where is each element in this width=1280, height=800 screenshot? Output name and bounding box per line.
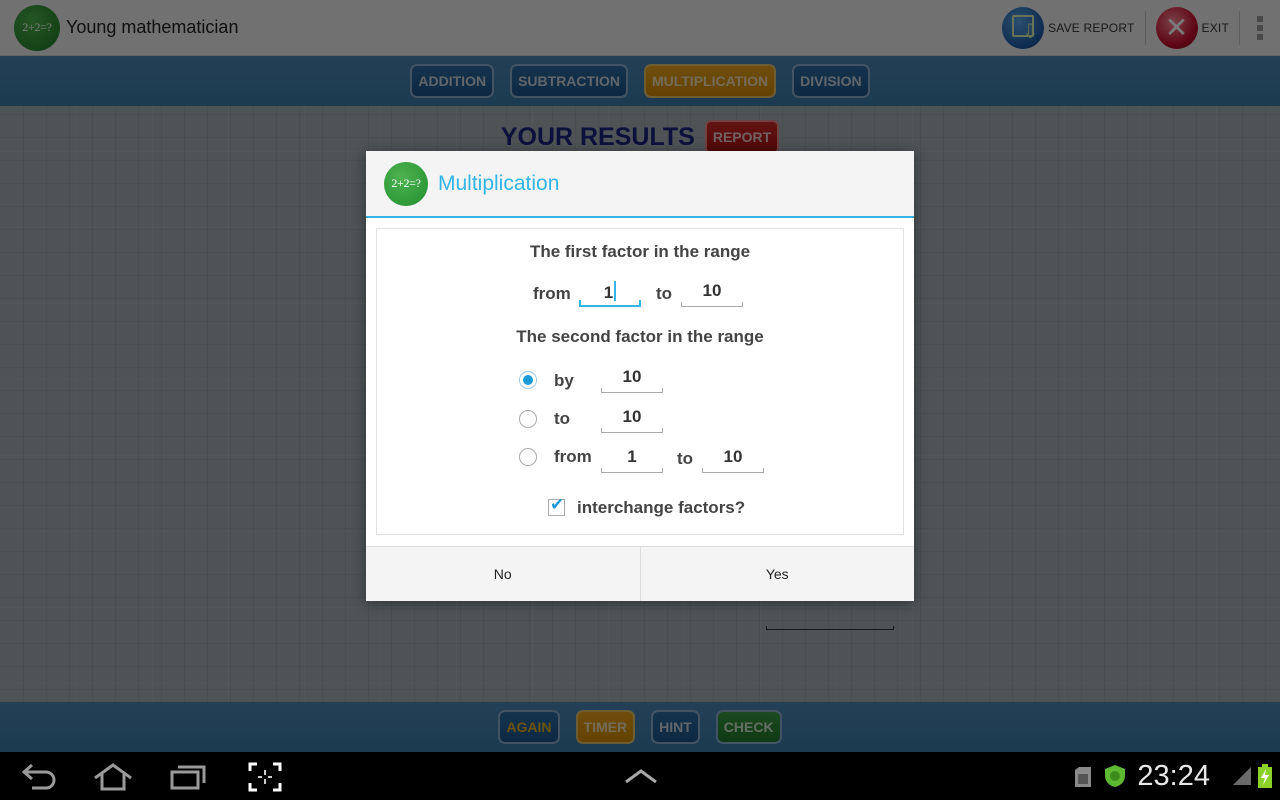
radio-to[interactable] <box>519 410 537 428</box>
recent-apps-icon[interactable] <box>170 762 206 792</box>
radio-by[interactable] <box>519 371 537 389</box>
by-input[interactable]: 10 <box>601 367 663 393</box>
by-label: by <box>554 371 574 390</box>
interchange-label: interchange factors? <box>577 498 746 517</box>
yes-button[interactable]: Yes <box>639 547 915 601</box>
first-from-input[interactable]: 1 <box>579 281 641 307</box>
sd-card-icon <box>1075 767 1091 787</box>
first-from-label: from <box>533 284 571 303</box>
dialog-header: 2+2=? Multiplication <box>366 151 914 218</box>
first-factor-heading: The first factor in the range <box>529 242 751 261</box>
from-to-input[interactable]: 10 <box>702 447 764 473</box>
security-shield-icon <box>1105 765 1125 787</box>
multiplication-dialog: 2+2=? Multiplication The first factor in… <box>366 151 914 601</box>
app-logo-icon: 2+2=? <box>384 161 428 206</box>
interchange-checkbox[interactable] <box>548 495 565 516</box>
dialog-body: The first factor in the range from 1 to … <box>376 228 904 535</box>
clock: 23:24 <box>1137 760 1210 792</box>
battery-charging-icon <box>1258 764 1272 788</box>
home-icon[interactable] <box>92 762 134 792</box>
second-factor-heading: The second factor in the range <box>516 327 764 346</box>
from-label: from <box>554 447 592 466</box>
back-icon[interactable] <box>20 762 58 792</box>
from-input[interactable]: 1 <box>601 447 663 473</box>
screenshot-icon[interactable] <box>248 762 282 792</box>
to-input[interactable]: 10 <box>601 407 663 433</box>
first-to-input[interactable]: 10 <box>681 281 743 307</box>
to-label: to <box>554 409 571 428</box>
radio-from[interactable] <box>519 448 537 466</box>
text-caret <box>614 281 617 301</box>
chevron-up-icon[interactable] <box>624 768 658 784</box>
signal-icon <box>1233 767 1251 785</box>
system-bar: 23:24 <box>0 752 1280 800</box>
dialog-buttons: No Yes <box>366 546 914 601</box>
dialog-title: Multiplication <box>438 171 560 195</box>
from-to-label: to <box>677 449 694 468</box>
no-button[interactable]: No <box>366 547 640 601</box>
first-to-label: to <box>656 284 673 303</box>
